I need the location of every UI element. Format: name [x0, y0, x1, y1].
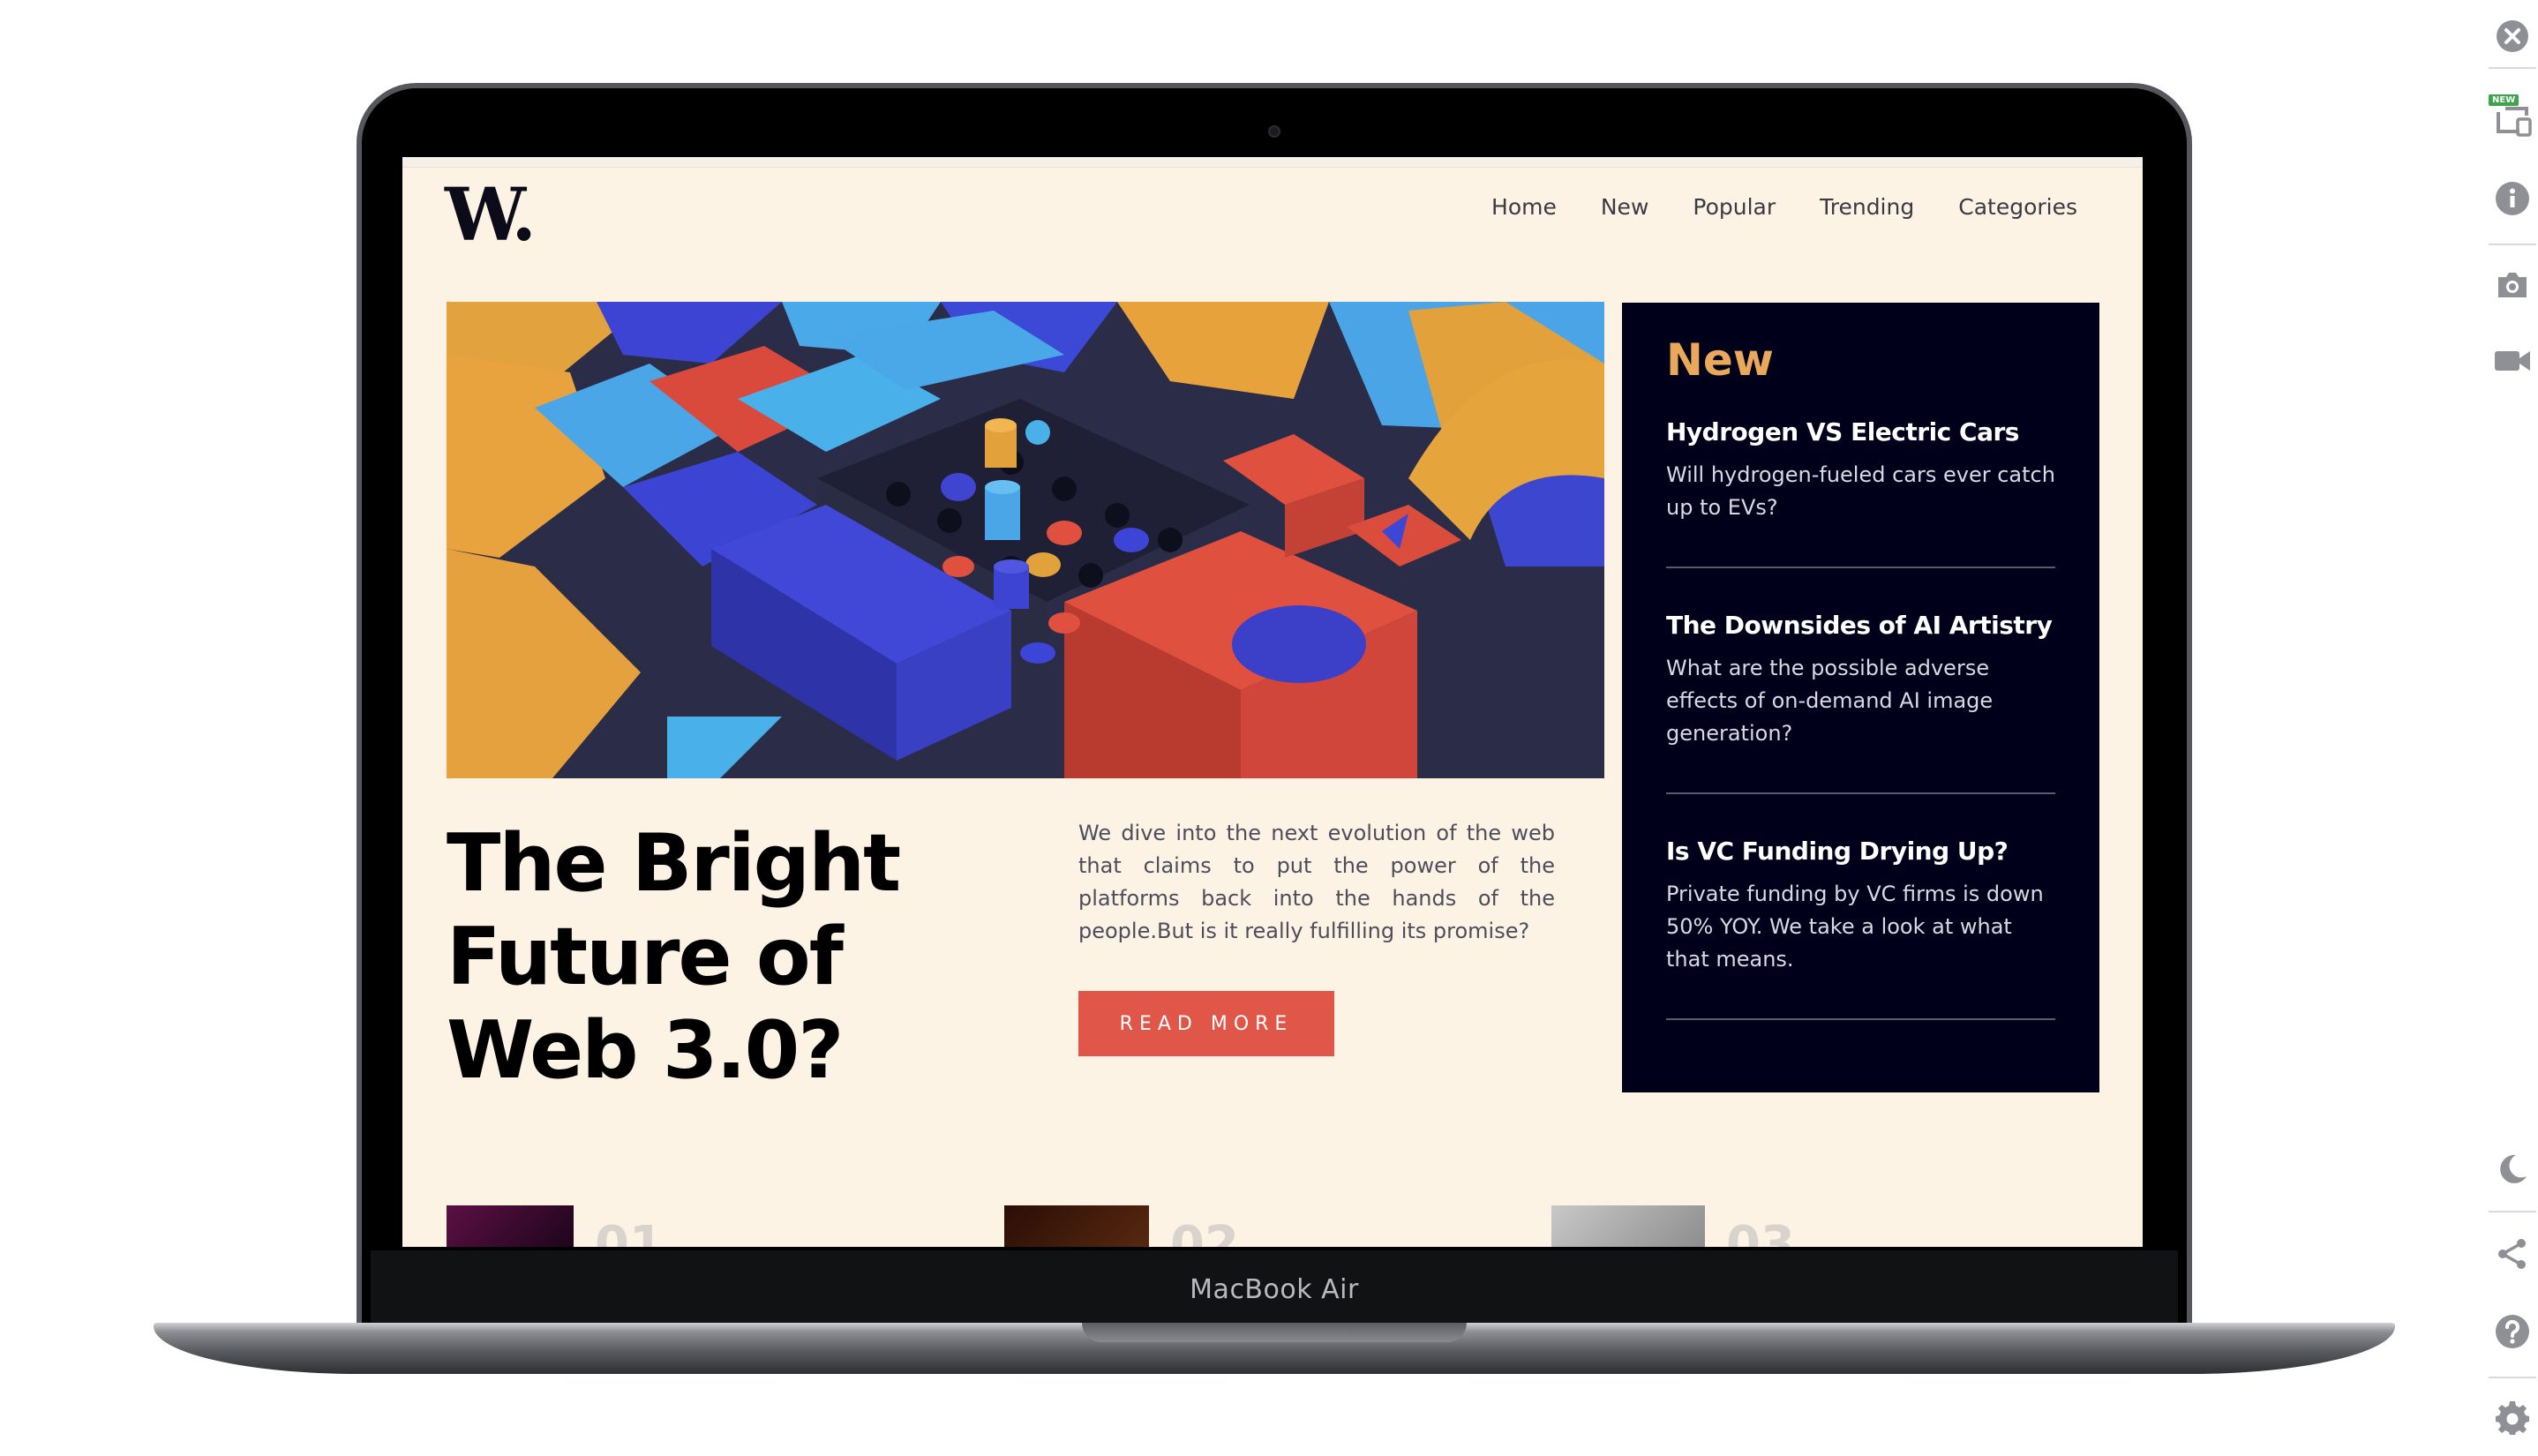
new-article-desc: Will hydrogen-fueled cars ever catch up …	[1666, 462, 2055, 520]
read-more-button[interactable]: READ MORE	[1078, 991, 1334, 1056]
new-article-item[interactable]: The Downsides of AI Artistry What are th…	[1666, 611, 2055, 794]
nav-trending[interactable]: Trending	[1820, 194, 1914, 220]
new-articles-panel: New Hydrogen VS Electric Cars Will hydro…	[1622, 303, 2099, 1092]
teaser-thumbnail[interactable]	[1551, 1205, 1705, 1247]
site-logo[interactable]: W.	[445, 173, 537, 258]
nav-categories[interactable]: Categories	[1958, 194, 2077, 220]
new-article-title[interactable]: Hydrogen VS Electric Cars	[1666, 417, 2055, 447]
new-panel-title: New	[1666, 334, 1774, 386]
teaser-thumbnail[interactable]	[447, 1205, 574, 1247]
toolbar-divider	[2489, 1377, 2536, 1378]
camera-icon[interactable]	[2490, 263, 2534, 307]
teaser-number: 02	[1170, 1216, 1239, 1247]
nav-popular[interactable]: Popular	[1693, 194, 1776, 220]
laptop-chin: MacBook Air	[371, 1250, 2178, 1328]
new-article-item[interactable]: Hydrogen VS Electric Cars Will hydrogen-…	[1666, 417, 2055, 568]
video-icon[interactable]	[2490, 339, 2534, 383]
camera-dot	[1268, 125, 1280, 138]
toolbar-divider	[2489, 1211, 2536, 1212]
new-article-desc: Private funding by VC firms is down 50% …	[1666, 882, 2044, 972]
hero-title[interactable]: The Bright Future of Web 3.0?	[447, 817, 1029, 1098]
settings-icon[interactable]	[2490, 1396, 2534, 1440]
laptop-hinge-notch	[1082, 1323, 1467, 1342]
nav-new[interactable]: New	[1601, 194, 1649, 220]
website-screen: W. Home New Popular Trending Categories	[402, 157, 2143, 1247]
new-article-title[interactable]: The Downsides of AI Artistry	[1666, 611, 2055, 640]
main-nav: Home New Popular Trending Categories	[1491, 194, 2077, 220]
help-icon[interactable]	[2490, 1310, 2534, 1354]
device-label: MacBook Air	[1190, 1273, 1359, 1305]
right-toolbar: NEW	[2487, 0, 2538, 1456]
hero-image[interactable]	[447, 302, 1604, 778]
browser-top-strip	[402, 157, 2143, 168]
new-article-item[interactable]: Is VC Funding Drying Up? Private funding…	[1666, 837, 2055, 1020]
share-icon[interactable]	[2490, 1232, 2534, 1276]
teaser-number: 01	[595, 1216, 664, 1247]
toolbar-divider	[2489, 67, 2536, 69]
new-article-desc: What are the possible adverse effects of…	[1666, 656, 1994, 746]
toolbar-divider	[2489, 244, 2536, 245]
moon-icon[interactable]	[2490, 1147, 2534, 1191]
hero-illustration	[447, 302, 1604, 778]
info-icon[interactable]	[2490, 176, 2534, 221]
responsive-devices-icon[interactable]	[2490, 99, 2534, 143]
new-article-title[interactable]: Is VC Funding Drying Up?	[1666, 837, 2055, 866]
teaser-number: 03	[1726, 1216, 1795, 1247]
hero-excerpt: We dive into the next evolution of the w…	[1078, 821, 1555, 943]
teaser-thumbnail[interactable]	[1004, 1205, 1149, 1247]
nav-home[interactable]: Home	[1491, 194, 1557, 220]
close-icon[interactable]	[2490, 14, 2534, 58]
